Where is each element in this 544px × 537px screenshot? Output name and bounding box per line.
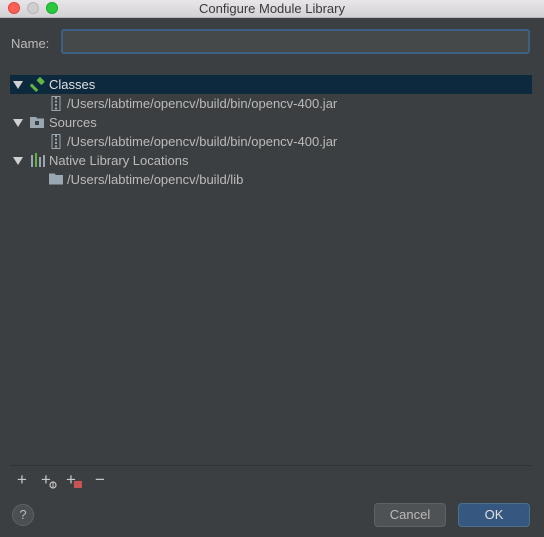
ok-button[interactable]: OK: [458, 503, 530, 527]
tree-leaf-label: /Users/labtime/opencv/build/bin/opencv-4…: [67, 134, 338, 149]
expand-arrow-icon[interactable]: [13, 81, 23, 89]
jar-file-icon: [51, 134, 61, 152]
tree-node-sources[interactable]: Sources: [10, 113, 532, 132]
hammer-icon: [29, 76, 46, 95]
expand-arrow-icon[interactable]: [13, 119, 23, 127]
tree-leaf-classes-jar[interactable]: /Users/labtime/opencv/build/bin/opencv-4…: [10, 94, 532, 113]
window-title: Configure Module Library: [199, 1, 345, 16]
title-bar: Configure Module Library: [0, 0, 544, 18]
name-input[interactable]: [61, 29, 530, 54]
native-library-icon: [30, 152, 46, 171]
attach-source-button[interactable]: +: [66, 470, 82, 490]
jar-file-icon: [51, 96, 61, 114]
tree-leaf-label: /Users/labtime/opencv/build/bin/opencv-4…: [67, 96, 338, 111]
cancel-button[interactable]: Cancel: [374, 503, 446, 527]
tree-leaf-native-lib-folder[interactable]: /Users/labtime/opencv/build/lib: [10, 170, 532, 189]
source-badge-icon: [74, 481, 82, 488]
tree-leaf-label: /Users/labtime/opencv/build/lib: [67, 172, 244, 187]
folder-icon: [49, 173, 64, 188]
tree-leaf-sources-jar[interactable]: /Users/labtime/opencv/build/bin/opencv-4…: [10, 132, 532, 151]
tree-node-native-library-locations[interactable]: Native Library Locations: [10, 151, 532, 170]
library-roots-tree: Classes /Users/labtime/opencv/build/bin/…: [10, 75, 532, 462]
remove-button[interactable]: −: [95, 470, 105, 490]
jar-badge-icon: [49, 481, 57, 489]
tree-node-label: Sources: [49, 115, 97, 130]
add-button[interactable]: +: [17, 470, 27, 490]
name-label: Name:: [11, 36, 50, 51]
help-button[interactable]: ?: [12, 504, 34, 526]
expand-arrow-icon[interactable]: [13, 157, 23, 165]
attach-jar-button[interactable]: +: [41, 470, 57, 490]
source-folder-icon: [30, 116, 46, 132]
tree-node-label: Native Library Locations: [49, 153, 189, 168]
tree-node-classes[interactable]: Classes: [10, 75, 532, 94]
tree-node-label: Classes: [49, 77, 96, 92]
toolbar-divider: [10, 465, 532, 466]
